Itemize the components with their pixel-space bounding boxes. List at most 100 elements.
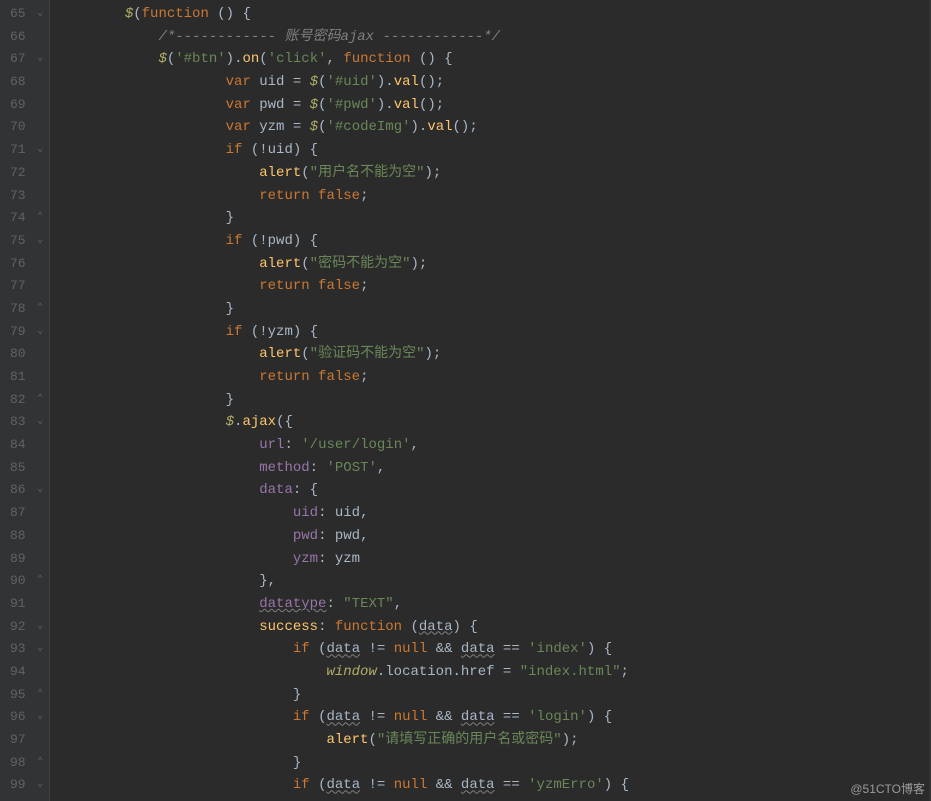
code-line[interactable]: datatype: "TEXT", xyxy=(58,593,629,616)
code-line[interactable]: } xyxy=(58,389,629,412)
fold-open-icon[interactable]: ⌄ xyxy=(32,411,49,434)
fold-open-icon[interactable]: ⌄ xyxy=(32,616,49,639)
code-line[interactable]: data: { xyxy=(58,479,629,502)
fold-none xyxy=(32,502,49,525)
fold-none xyxy=(32,162,49,185)
code-editor[interactable]: 6566676869707172737475767778798081828384… xyxy=(0,0,931,801)
code-line[interactable]: } xyxy=(58,752,629,775)
code-line[interactable]: uid: uid, xyxy=(58,502,629,525)
line-number: 67 xyxy=(10,48,26,71)
code-line[interactable]: var yzm = $('#codeImg').val(); xyxy=(58,116,629,139)
fold-close-icon[interactable]: ⌃ xyxy=(32,389,49,412)
fold-none xyxy=(32,116,49,139)
fold-none xyxy=(32,593,49,616)
line-number: 78 xyxy=(10,298,26,321)
line-number: 73 xyxy=(10,185,26,208)
fold-none xyxy=(32,185,49,208)
line-number: 91 xyxy=(10,593,26,616)
line-number: 68 xyxy=(10,71,26,94)
code-line[interactable]: window.location.href = "index.html"; xyxy=(58,661,629,684)
line-number: 76 xyxy=(10,253,26,276)
fold-none xyxy=(32,26,49,49)
fold-none xyxy=(32,525,49,548)
line-number: 88 xyxy=(10,525,26,548)
fold-none xyxy=(32,661,49,684)
line-number: 74 xyxy=(10,207,26,230)
fold-close-icon[interactable]: ⌃ xyxy=(32,684,49,707)
fold-open-icon[interactable]: ⌄ xyxy=(32,706,49,729)
code-line[interactable]: } xyxy=(58,684,629,707)
fold-open-icon[interactable]: ⌄ xyxy=(32,230,49,253)
line-number: 75 xyxy=(10,230,26,253)
fold-column[interactable]: ⌄⌄⌄⌃⌄⌃⌄⌃⌄⌄⌃⌄⌄⌃⌄⌃⌄ xyxy=(32,0,50,801)
fold-none xyxy=(32,71,49,94)
fold-none xyxy=(32,343,49,366)
line-number: 66 xyxy=(10,26,26,49)
line-number: 81 xyxy=(10,366,26,389)
fold-none xyxy=(32,434,49,457)
code-line[interactable]: var pwd = $('#pwd').val(); xyxy=(58,94,629,117)
fold-close-icon[interactable]: ⌃ xyxy=(32,298,49,321)
fold-none xyxy=(32,729,49,752)
code-line[interactable]: $(function () { xyxy=(58,3,629,26)
code-line[interactable]: success: function (data) { xyxy=(58,616,629,639)
line-number: 84 xyxy=(10,434,26,457)
line-number: 95 xyxy=(10,684,26,707)
fold-none xyxy=(32,366,49,389)
fold-close-icon[interactable]: ⌃ xyxy=(32,570,49,593)
line-number: 98 xyxy=(10,752,26,775)
line-number: 71 xyxy=(10,139,26,162)
code-line[interactable]: if (!uid) { xyxy=(58,139,629,162)
fold-open-icon[interactable]: ⌄ xyxy=(32,139,49,162)
line-number: 69 xyxy=(10,94,26,117)
fold-none xyxy=(32,253,49,276)
line-number: 86 xyxy=(10,479,26,502)
code-line[interactable]: if (!yzm) { xyxy=(58,321,629,344)
code-line[interactable]: $.ajax({ xyxy=(58,411,629,434)
line-number: 97 xyxy=(10,729,26,752)
line-number: 77 xyxy=(10,275,26,298)
code-line[interactable]: $('#btn').on('click', function () { xyxy=(58,48,629,71)
code-line[interactable]: alert("验证码不能为空"); xyxy=(58,343,629,366)
code-line[interactable]: alert("密码不能为空"); xyxy=(58,253,629,276)
code-line[interactable]: url: '/user/login', xyxy=(58,434,629,457)
fold-open-icon[interactable]: ⌄ xyxy=(32,321,49,344)
line-number: 82 xyxy=(10,389,26,412)
line-number: 93 xyxy=(10,638,26,661)
line-number: 99 xyxy=(10,774,26,797)
line-number: 65 xyxy=(10,3,26,26)
code-line[interactable]: }, xyxy=(58,570,629,593)
fold-none xyxy=(32,457,49,480)
code-line[interactable]: } xyxy=(58,298,629,321)
code-line[interactable]: method: 'POST', xyxy=(58,457,629,480)
code-line[interactable]: /*------------ 账号密码ajax ------------*/ xyxy=(58,26,629,49)
code-line[interactable]: alert("请填写正确的用户名或密码"); xyxy=(58,729,629,752)
fold-open-icon[interactable]: ⌄ xyxy=(32,774,49,797)
code-line[interactable]: if (data != null && data == 'index') { xyxy=(58,638,629,661)
fold-none xyxy=(32,548,49,571)
code-line[interactable]: return false; xyxy=(58,366,629,389)
fold-open-icon[interactable]: ⌄ xyxy=(32,638,49,661)
line-number: 94 xyxy=(10,661,26,684)
line-number: 92 xyxy=(10,616,26,639)
line-number: 96 xyxy=(10,706,26,729)
code-area[interactable]: $(function () { /*------------ 账号密码ajax … xyxy=(50,0,629,801)
code-line[interactable]: var uid = $('#uid').val(); xyxy=(58,71,629,94)
code-line[interactable]: return false; xyxy=(58,275,629,298)
code-line[interactable]: alert("用户名不能为空"); xyxy=(58,162,629,185)
code-line[interactable]: if (data != null && data == 'login') { xyxy=(58,706,629,729)
line-number: 90 xyxy=(10,570,26,593)
code-line[interactable]: if (data != null && data == 'yzmErro') { xyxy=(58,774,629,797)
fold-close-icon[interactable]: ⌃ xyxy=(32,207,49,230)
code-line[interactable]: } xyxy=(58,207,629,230)
code-line[interactable]: return false; xyxy=(58,185,629,208)
fold-close-icon[interactable]: ⌃ xyxy=(32,752,49,775)
line-number-gutter: 6566676869707172737475767778798081828384… xyxy=(0,0,32,801)
code-line[interactable]: pwd: pwd, xyxy=(58,525,629,548)
fold-open-icon[interactable]: ⌄ xyxy=(32,3,49,26)
code-line[interactable]: if (!pwd) { xyxy=(58,230,629,253)
code-line[interactable]: yzm: yzm xyxy=(58,548,629,571)
line-number: 79 xyxy=(10,321,26,344)
fold-open-icon[interactable]: ⌄ xyxy=(32,479,49,502)
fold-open-icon[interactable]: ⌄ xyxy=(32,48,49,71)
